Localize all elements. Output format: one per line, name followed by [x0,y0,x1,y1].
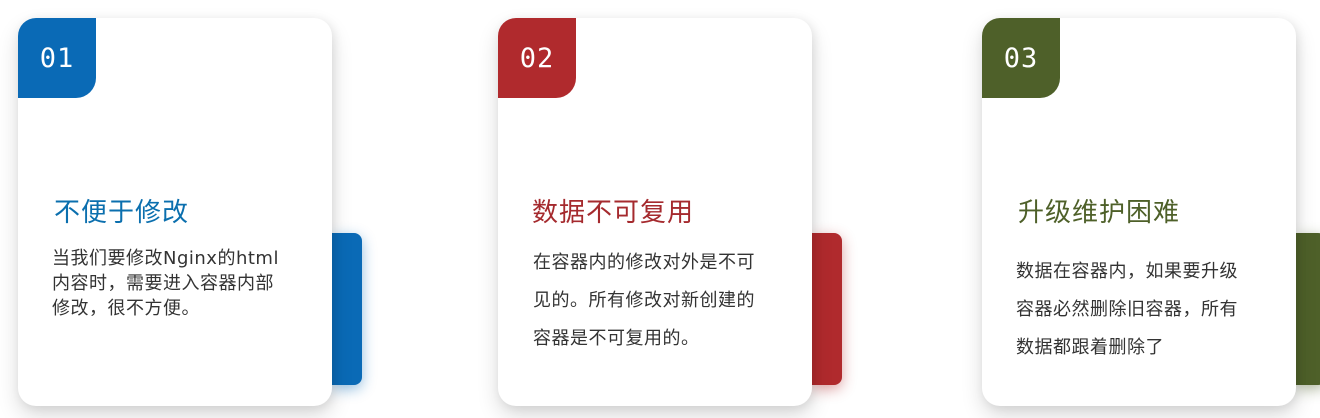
card-title: 不便于修改 [54,198,190,228]
card-body: 01 不便于修改 当我们要修改Nginx的html 内容时，需要进入容器内部 修… [18,18,332,406]
card-number: 02 [519,42,555,74]
card-description-line: 当我们要修改Nginx的html [52,248,279,269]
card-hard-to-upgrade: 03 升级维护困难 数据在容器内，如果要升级 容器必然删除旧容器，所有 数据都跟… [982,18,1320,408]
card-description-line: 容器必然删除旧容器，所有 [1016,299,1238,320]
card-number-badge: 02 [498,18,576,98]
card-description-line: 修改，很不方便。 [52,298,200,319]
cards-panel: 01 不便于修改 当我们要修改Nginx的html 内容时，需要进入容器内部 修… [0,0,1320,418]
card-description-line: 数据在容器内，如果要升级 [1016,261,1238,282]
card-number: 01 [39,42,75,74]
card-title: 升级维护困难 [1018,198,1181,228]
card-title: 数据不可复用 [532,198,695,228]
card-number-badge: 01 [18,18,96,98]
card-not-easy-to-modify: 01 不便于修改 当我们要修改Nginx的html 内容时，需要进入容器内部 修… [18,18,362,408]
card-description: 数据在容器内，如果要升级 容器必然删除旧容器，所有 数据都跟着删除了 [1016,253,1238,367]
card-accent-bar [332,233,362,385]
card-description-line: 见的。所有修改对新创建的 [533,290,755,311]
card-number-badge: 03 [982,18,1060,98]
card-accent-bar [812,233,842,385]
card-description-line: 在容器内的修改对外是不可 [533,252,755,273]
card-accent-bar [1296,233,1320,385]
card-description: 在容器内的修改对外是不可 见的。所有修改对新创建的 容器是不可复用的。 [533,244,755,358]
card-body: 02 数据不可复用 在容器内的修改对外是不可 见的。所有修改对新创建的 容器是不… [498,18,812,406]
card-body: 03 升级维护困难 数据在容器内，如果要升级 容器必然删除旧容器，所有 数据都跟… [982,18,1296,406]
card-description-line: 容器是不可复用的。 [533,328,700,349]
card-description-line: 数据都跟着删除了 [1016,337,1164,358]
card-data-not-reusable: 02 数据不可复用 在容器内的修改对外是不可 见的。所有修改对新创建的 容器是不… [498,18,842,408]
card-number: 03 [1003,42,1039,74]
card-description: 当我们要修改Nginx的html 内容时，需要进入容器内部 修改，很不方便。 [52,246,279,321]
card-description-line: 内容时，需要进入容器内部 [52,273,274,294]
